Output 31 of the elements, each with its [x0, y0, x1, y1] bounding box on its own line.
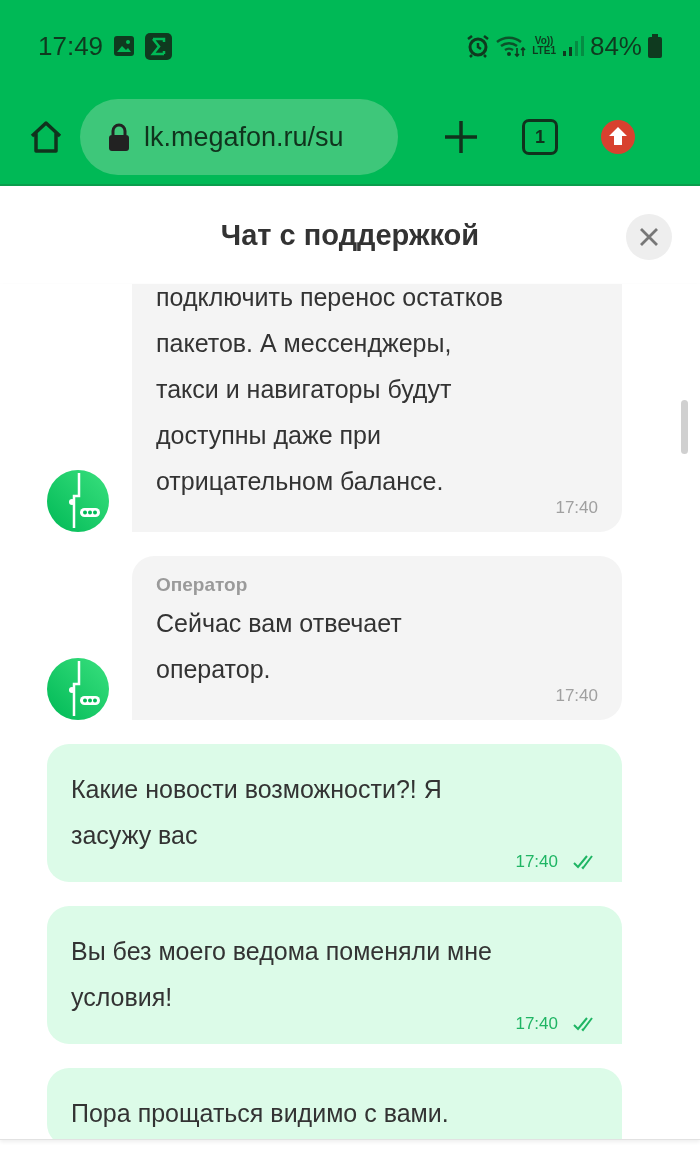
message-time: 17:40	[555, 498, 598, 518]
message-text: Какие новости возможности?! Я засужу вас	[71, 775, 442, 849]
new-tab-icon[interactable]	[444, 120, 478, 154]
message-text: подключить перенос остатков пакетов. А мессенджеры, такси и навигаторы будут доступны даже при отрицательном балансе.	[156, 284, 504, 495]
scrollbar[interactable]	[681, 400, 688, 454]
chat-title: Чат с поддержкой	[220, 218, 480, 252]
close-button[interactable]	[626, 214, 672, 260]
message-time: 17:40	[555, 686, 598, 706]
battery-icon	[648, 34, 662, 58]
sigma-icon	[145, 32, 173, 60]
signal-icon	[561, 35, 584, 57]
message-time: 17:40	[515, 1014, 558, 1034]
sender-name: Оператор	[156, 574, 248, 595]
network-indicator: Vo)) LTE1	[532, 36, 556, 56]
close-icon	[639, 227, 659, 247]
message-text: Вы без моего ведома поменяли мне условия!	[71, 937, 492, 1011]
home-icon[interactable]	[28, 119, 64, 155]
message-time: 17:40	[515, 852, 558, 872]
wifi-icon	[496, 34, 527, 58]
status-time: 17:49	[38, 30, 104, 62]
alarm-icon	[466, 34, 491, 58]
tab-count-button[interactable]: 1	[522, 119, 558, 155]
lock-icon	[108, 123, 130, 151]
message-text: Пора прощаться видимо с вами.	[71, 1099, 449, 1127]
battery-percent: 84%	[589, 30, 642, 62]
address-bar[interactable]: lk.megafon.ru/su	[80, 99, 398, 175]
avatar-icon	[47, 658, 109, 720]
update-icon[interactable]	[600, 119, 636, 155]
image-icon	[113, 35, 136, 57]
avatar-icon	[47, 470, 109, 532]
message-text: Сейчас вам отвечает оператор.	[156, 609, 402, 683]
